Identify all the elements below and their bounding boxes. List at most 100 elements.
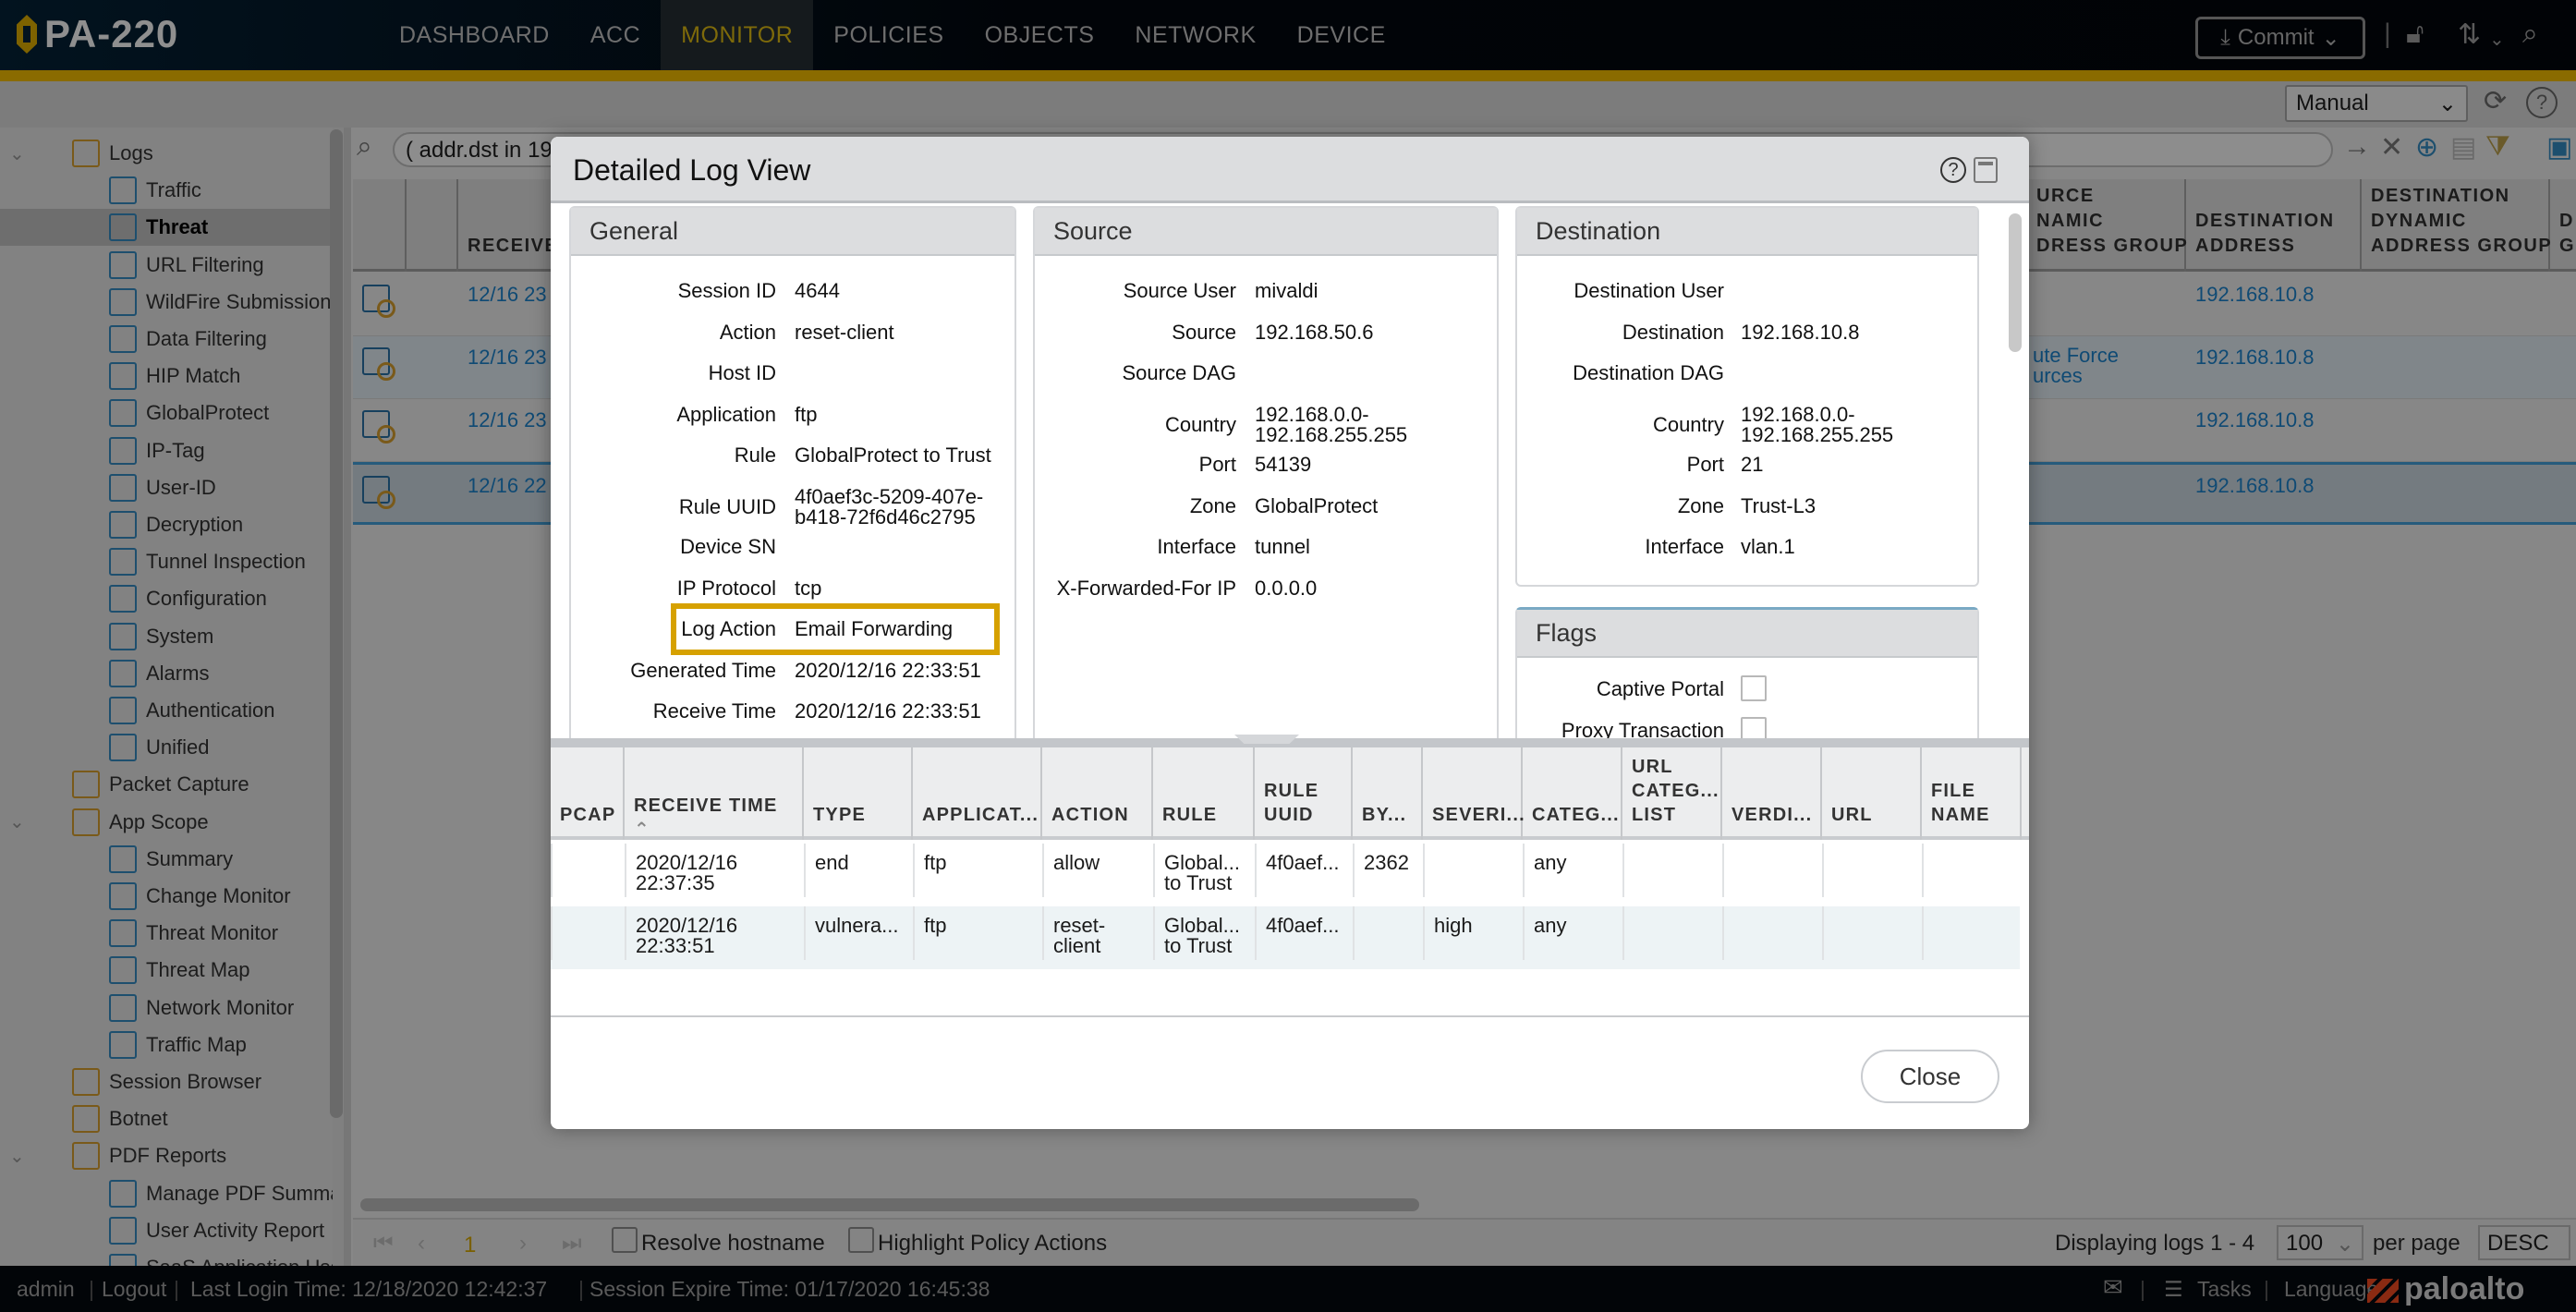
search-icon[interactable]: ⌕ bbox=[2522, 18, 2538, 50]
field-value[interactable]: 54139 bbox=[1255, 455, 1311, 475]
sidebar-item-app-scope[interactable]: ⌄ App Scope bbox=[0, 804, 330, 841]
sidebar-item-configuration[interactable]: Configuration bbox=[0, 580, 330, 617]
details-scrollbar[interactable] bbox=[2009, 213, 2022, 352]
nav-tab-monitor[interactable]: MONITOR bbox=[661, 0, 814, 70]
highlight-policy-checkbox[interactable] bbox=[848, 1227, 874, 1253]
field-value[interactable]: tcp bbox=[795, 577, 821, 599]
field-value[interactable]: tunnel bbox=[1255, 537, 1310, 557]
horizontal-scrollbar[interactable] bbox=[360, 1198, 1419, 1211]
last-page-icon[interactable]: ⏭ bbox=[562, 1231, 582, 1257]
sidebar-item-manage-pdf-summary[interactable]: Manage PDF Summary bbox=[0, 1175, 333, 1212]
field-value[interactable]: mivaldi bbox=[1255, 281, 1318, 301]
flag-checkbox[interactable] bbox=[1741, 675, 1767, 701]
field-value[interactable]: reset-client bbox=[795, 322, 894, 343]
tasks-icon[interactable]: ☰ bbox=[2164, 1277, 2183, 1302]
col-source-dag[interactable]: URCE NAMIC DRESS GROUP bbox=[2027, 179, 2187, 272]
field-value[interactable]: 192.168.0.0- 192.168.255.255 bbox=[1741, 404, 1893, 445]
related-col-header[interactable]: ACTION bbox=[1042, 747, 1153, 840]
footer-user[interactable]: admin bbox=[17, 1277, 75, 1302]
sort-order-select[interactable]: DESC⌄ bbox=[2478, 1225, 2570, 1282]
pane-splitter[interactable] bbox=[551, 735, 2029, 747]
resolve-hostname-checkbox[interactable] bbox=[612, 1227, 638, 1253]
related-col-header[interactable]: PCAP bbox=[551, 747, 625, 840]
field-value[interactable]: Trust-L3 bbox=[1741, 495, 1816, 516]
related-col-header[interactable]: URL CATEG... LIST bbox=[1622, 747, 1722, 840]
field-value[interactable]: 192.168.50.6 bbox=[1255, 322, 1373, 343]
sidebar-item-change-monitor[interactable]: Change Monitor bbox=[0, 878, 330, 915]
sidebar-item-traffic[interactable]: Traffic bbox=[0, 172, 330, 209]
cell-receive[interactable]: 12/16 23 bbox=[468, 408, 547, 432]
first-page-icon[interactable]: ⏮ bbox=[373, 1231, 394, 1257]
related-col-header[interactable]: URL bbox=[1822, 747, 1922, 840]
field-value[interactable]: Email Forwarding bbox=[795, 619, 953, 639]
cell-dest[interactable]: 192.168.10.8 bbox=[2195, 474, 2314, 498]
cell-dest[interactable]: 192.168.10.8 bbox=[2195, 346, 2314, 370]
related-col-header[interactable]: APPLICAT... bbox=[913, 747, 1042, 840]
nav-tab-policies[interactable]: POLICIES bbox=[813, 0, 964, 70]
refresh-icon[interactable]: ⟳ bbox=[2484, 85, 2507, 117]
sidebar-item-data-filtering[interactable]: Data Filtering bbox=[0, 321, 330, 358]
field-value[interactable]: ftp bbox=[795, 404, 817, 425]
field-value[interactable]: 2020/12/16 22:33:51 bbox=[795, 701, 981, 722]
sidebar-item-system[interactable]: System bbox=[0, 618, 330, 655]
lock-icon[interactable]: 🔓︎ bbox=[2406, 18, 2424, 50]
sidebar-item-threat[interactable]: Threat bbox=[0, 209, 330, 247]
related-col-header[interactable]: RULE UUID bbox=[1255, 747, 1353, 840]
nav-tab-acc[interactable]: ACC bbox=[570, 0, 661, 70]
detailed-log-view-icon[interactable] bbox=[362, 347, 395, 381]
sidebar-item-threat-map[interactable]: Threat Map bbox=[0, 952, 330, 989]
related-col-header[interactable]: FILE NAME bbox=[1922, 747, 2022, 840]
sort-ascending-icon[interactable]: ⌃ bbox=[634, 818, 793, 840]
sidebar-item-logs[interactable]: ⌄ Logs bbox=[0, 135, 330, 172]
sidebar-item-saas-application-usage[interactable]: SaaS Application Usage bbox=[0, 1249, 333, 1266]
help-icon[interactable]: ? bbox=[2526, 87, 2558, 118]
sidebar-item-url-filtering[interactable]: URL Filtering bbox=[0, 247, 330, 284]
detailed-log-view-icon[interactable] bbox=[362, 410, 395, 443]
current-page[interactable]: 1 bbox=[464, 1233, 476, 1258]
sidebar-item-network-monitor[interactable]: Network Monitor bbox=[0, 990, 330, 1027]
language-link[interactable]: Language bbox=[2284, 1277, 2378, 1302]
field-value[interactable]: 0.0.0.0 bbox=[1255, 577, 1317, 599]
related-col-header[interactable]: SEVERI... bbox=[1423, 747, 1525, 840]
chevron-down-icon[interactable]: ⌄ bbox=[2489, 28, 2505, 51]
cell-src_dag[interactable]: ute Force urces bbox=[2033, 346, 2119, 386]
sidebar-item-unified[interactable]: Unified bbox=[0, 729, 330, 766]
close-button[interactable]: Close bbox=[1861, 1050, 1999, 1103]
commit-button[interactable]: ⤓ Commit ⌄ bbox=[2195, 17, 2365, 59]
prev-page-icon[interactable]: ‹ bbox=[418, 1231, 425, 1257]
field-value[interactable]: 21 bbox=[1741, 455, 1763, 475]
field-value[interactable]: 192.168.0.0- 192.168.255.255 bbox=[1255, 404, 1407, 445]
sidebar-item-decryption[interactable]: Decryption bbox=[0, 506, 330, 543]
sidebar-item-botnet[interactable]: Botnet bbox=[0, 1100, 330, 1137]
field-value[interactable]: GlobalProtect bbox=[1255, 495, 1378, 516]
refresh-mode-select[interactable]: Manual ⌄ bbox=[2285, 85, 2468, 122]
nav-tab-network[interactable]: NETWORK bbox=[1114, 0, 1276, 70]
col-partial[interactable]: D G bbox=[2550, 179, 2576, 272]
col-destination-address[interactable]: DESTINATION ADDRESS bbox=[2186, 179, 2362, 272]
sidebar-item-ip-tag[interactable]: IP-Tag bbox=[0, 432, 330, 469]
related-log-row[interactable]: 2020/12/16 22:33:51 vulnera... ftp reset- c… bbox=[551, 906, 2020, 969]
tasks-link[interactable]: Tasks bbox=[2197, 1277, 2252, 1302]
related-col-header[interactable]: RULE bbox=[1153, 747, 1255, 840]
cell-receive[interactable]: 12/16 23 bbox=[468, 283, 547, 307]
field-value[interactable]: vlan.1 bbox=[1741, 537, 1795, 557]
expand-chevron-icon[interactable]: ⌄ bbox=[9, 142, 25, 165]
sidebar-item-tunnel-inspection[interactable]: Tunnel Inspection bbox=[0, 543, 330, 580]
cell-receive[interactable]: 12/16 23 bbox=[468, 346, 547, 370]
sidebar-item-session-browser[interactable]: Session Browser bbox=[0, 1063, 330, 1100]
expand-chevron-icon[interactable]: ⌄ bbox=[9, 810, 25, 833]
field-value[interactable]: 192.168.10.8 bbox=[1741, 322, 1859, 343]
next-page-icon[interactable]: › bbox=[519, 1231, 527, 1257]
add-filter-icon[interactable]: ⊕ bbox=[2415, 131, 2438, 164]
sidebar-item-summary[interactable]: Summary bbox=[0, 841, 330, 878]
col-destination-dag[interactable]: DESTINATION DYNAMIC ADDRESS GROUP bbox=[2362, 179, 2551, 272]
field-value[interactable]: 2020/12/16 22:33:51 bbox=[795, 660, 981, 681]
field-value[interactable]: 4f0aef3c-5209-407e- b418-72f6d46c2795 bbox=[795, 486, 983, 528]
related-col-header[interactable]: RECEIVE TIME ⌃ bbox=[625, 747, 804, 840]
sidebar-item-authentication[interactable]: Authentication bbox=[0, 692, 330, 729]
sidebar-item-pdf-reports[interactable]: ⌄ PDF Reports bbox=[0, 1137, 330, 1174]
related-col-header[interactable]: CATEG... bbox=[1523, 747, 1622, 840]
sidebar-item-user-id[interactable]: User-ID bbox=[0, 469, 330, 506]
save-filter-icon[interactable]: ▤ bbox=[2450, 131, 2476, 164]
sidebar-scrollbar[interactable] bbox=[330, 129, 343, 1118]
